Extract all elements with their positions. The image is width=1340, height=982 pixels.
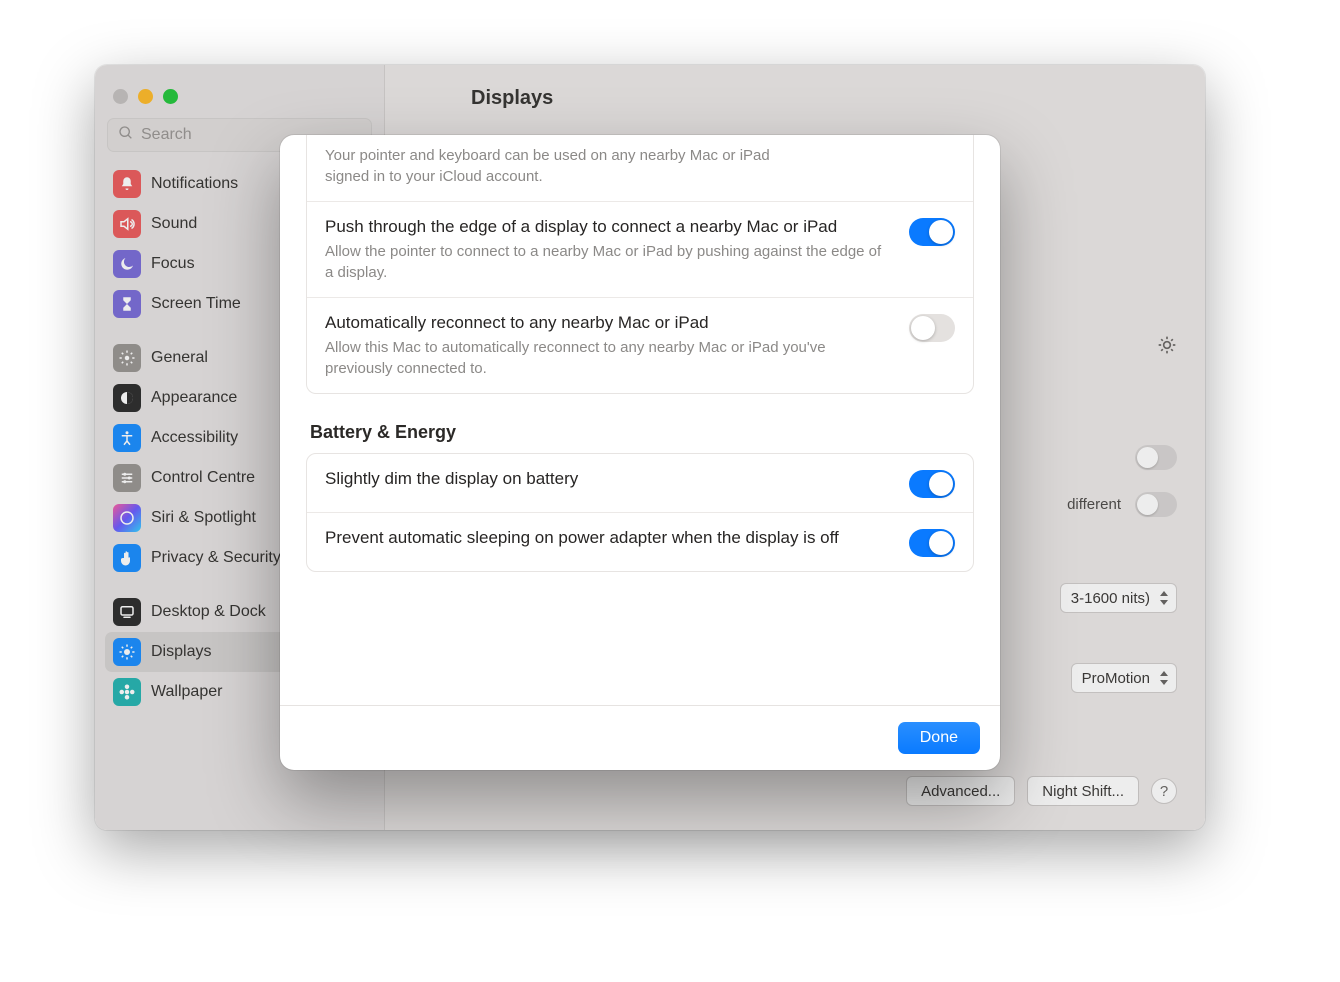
done-button[interactable]: Done	[898, 722, 980, 754]
setting-title: Push through the edge of a display to co…	[325, 216, 891, 239]
toggle-auto-reconnect[interactable]	[909, 314, 955, 342]
setting-title: Slightly dim the display on battery	[325, 468, 891, 491]
advanced-displays-modal: Your pointer and keyboard can be used on…	[280, 135, 1000, 770]
toggle-push-through-edge[interactable]	[909, 218, 955, 246]
setting-description: Allow this Mac to automatically reconnec…	[325, 337, 891, 379]
setting-title: Automatically reconnect to any nearby Ma…	[325, 312, 891, 335]
setting-prevent-sleep: Prevent automatic sleeping on power adap…	[307, 512, 973, 571]
setting-description: Allow the pointer to connect to a nearby…	[325, 241, 891, 283]
setting-dim-on-battery: Slightly dim the display on battery	[307, 454, 973, 512]
toggle-dim-on-battery[interactable]	[909, 470, 955, 498]
toggle-prevent-sleep[interactable]	[909, 529, 955, 557]
setting-auto-reconnect: Automatically reconnect to any nearby Ma…	[307, 297, 973, 393]
setting-title: Prevent automatic sleeping on power adap…	[325, 527, 891, 550]
modal-top-description: Your pointer and keyboard can be used on…	[307, 135, 973, 201]
section-header-battery: Battery & Energy	[306, 422, 974, 453]
setting-push-through-edge: Push through the edge of a display to co…	[307, 201, 973, 297]
